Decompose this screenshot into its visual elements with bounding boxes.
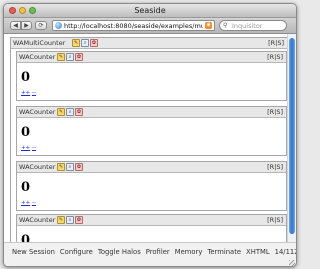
scrollbar-thumb[interactable] [289, 38, 295, 234]
halo-icons: ✎ ⌕ ✿ [57, 108, 83, 116]
url-text[interactable]: http://localhost:8080/seaside/examples/m… [64, 22, 203, 30]
rss-icon[interactable]: ◉ [205, 22, 212, 29]
page-content: WAMultiCounter ✎ ⌕ ✿ [R|S] WACounter ✎ ⌕… [4, 34, 287, 242]
timing-text: 14/112 ms [274, 248, 297, 256]
browse-icon[interactable]: ✿ [90, 39, 98, 47]
edit-icon[interactable]: ✎ [57, 108, 65, 116]
counter-value: 0 [21, 125, 31, 140]
component-name: WACounter [19, 216, 56, 224]
component-name: WACounter [19, 163, 56, 171]
counter-header: WACounter ✎ ⌕ ✿ [R|S] [17, 215, 286, 226]
edit-icon[interactable]: ✎ [72, 39, 80, 47]
counter-value: 0 [21, 233, 31, 242]
increment-link[interactable]: ++ [21, 200, 30, 206]
render-mode-toggle[interactable]: [R|S] [267, 215, 283, 225]
window-title: Seaside [134, 6, 166, 15]
halo-icons: ✎ ⌕ ✿ [57, 53, 83, 61]
render-mode-toggle[interactable]: [R|S] [268, 38, 284, 48]
counter-header: WACounter ✎ ⌕ ✿ [R|S] [17, 107, 286, 118]
reload-icon: ⟳ [38, 22, 44, 29]
title-bar: Seaside [4, 4, 296, 18]
halo-icons: ✎ ⌕ ✿ [72, 39, 98, 47]
zoom-icon[interactable] [29, 7, 36, 14]
browse-icon[interactable]: ✿ [75, 163, 83, 171]
counter-header: WACounter ✎ ⌕ ✿ [R|S] [17, 162, 286, 173]
reload-button[interactable]: ⟳ [35, 21, 47, 30]
decrement-link[interactable]: -- [32, 90, 36, 96]
edit-icon[interactable]: ✎ [57, 163, 65, 171]
counter-halo: WACounter ✎ ⌕ ✿ [R|S] 0 ++ -- [16, 214, 287, 242]
browser-toolbar: ◀ ▶ ⟳ http://localhost:8080/seaside/exam… [4, 18, 296, 34]
search-icon: ⚲ [223, 22, 228, 29]
vertical-scrollbar[interactable] [287, 34, 296, 242]
search-field[interactable]: ⚲ [219, 20, 287, 31]
configure-link[interactable]: Configure [60, 248, 93, 256]
inspector-icon[interactable]: ⌕ [81, 39, 89, 47]
minimize-icon[interactable] [19, 7, 26, 14]
search-input[interactable] [232, 21, 282, 30]
counter-value: 0 [21, 70, 31, 85]
toolbar-links: New Session Configure Toggle Halos Profi… [12, 248, 297, 256]
forward-button[interactable]: ▶ [21, 21, 32, 30]
browser-window: Seaside ◀ ▶ ⟳ http://localhost:8080/seas… [3, 3, 297, 267]
inspector-icon[interactable]: ⌕ [66, 216, 74, 224]
edit-icon[interactable]: ✎ [57, 53, 65, 61]
counter-links: ++ -- [21, 145, 36, 151]
render-mode-toggle[interactable]: [R|S] [267, 52, 283, 62]
resize-grip-icon[interactable] [289, 260, 295, 266]
multicounter-header: WAMultiCounter ✎ ⌕ ✿ [R|S] [11, 38, 287, 49]
globe-icon [55, 22, 62, 29]
browse-icon[interactable]: ✿ [75, 53, 83, 61]
render-mode-toggle[interactable]: [R|S] [267, 162, 283, 172]
terminate-link[interactable]: Terminate [207, 248, 241, 256]
counter-header: WACounter ✎ ⌕ ✿ [R|S] [17, 52, 286, 63]
multicounter-halo: WAMultiCounter ✎ ⌕ ✿ [R|S] WACounter ✎ ⌕… [10, 37, 287, 242]
counter-links: ++ -- [21, 90, 36, 96]
counter-links: ++ -- [21, 200, 36, 206]
profiler-link[interactable]: Profiler [146, 248, 170, 256]
inspector-icon[interactable]: ⌕ [66, 53, 74, 61]
counter-halo: WACounter ✎ ⌕ ✿ [R|S] 0 ++ -- [16, 161, 287, 211]
decrement-link[interactable]: -- [32, 145, 36, 151]
render-mode-toggle[interactable]: [R|S] [267, 107, 283, 117]
close-icon[interactable] [9, 7, 16, 14]
inspector-icon[interactable]: ⌕ [66, 108, 74, 116]
back-arrow-icon: ◀ [13, 22, 18, 29]
inspector-icon[interactable]: ⌕ [66, 163, 74, 171]
address-bar[interactable]: http://localhost:8080/seaside/examples/m… [52, 20, 215, 31]
forward-arrow-icon: ▶ [24, 22, 29, 29]
browse-icon[interactable]: ✿ [75, 108, 83, 116]
edit-icon[interactable]: ✎ [57, 216, 65, 224]
component-name: WACounter [19, 108, 56, 116]
seaside-toolbar: New Session Configure Toggle Halos Profi… [4, 242, 297, 266]
halo-icons: ✎ ⌕ ✿ [57, 216, 83, 224]
increment-link[interactable]: ++ [21, 90, 30, 96]
memory-link[interactable]: Memory [175, 248, 203, 256]
component-name: WAMultiCounter [13, 39, 66, 47]
new-session-link[interactable]: New Session [12, 248, 55, 256]
counter-halo: WACounter ✎ ⌕ ✿ [R|S] 0 ++ -- [16, 106, 287, 156]
window-controls [9, 7, 36, 14]
browse-icon[interactable]: ✿ [75, 216, 83, 224]
back-button[interactable]: ◀ [10, 21, 21, 30]
xhtml-link[interactable]: XHTML [246, 248, 270, 256]
counter-value: 0 [21, 180, 31, 195]
counter-halo: WACounter ✎ ⌕ ✿ [R|S] 0 ++ -- [16, 51, 287, 101]
halo-icons: ✎ ⌕ ✿ [57, 163, 83, 171]
toggle-halos-link[interactable]: Toggle Halos [98, 248, 141, 256]
increment-link[interactable]: ++ [21, 145, 30, 151]
component-name: WACounter [19, 53, 56, 61]
decrement-link[interactable]: -- [32, 200, 36, 206]
